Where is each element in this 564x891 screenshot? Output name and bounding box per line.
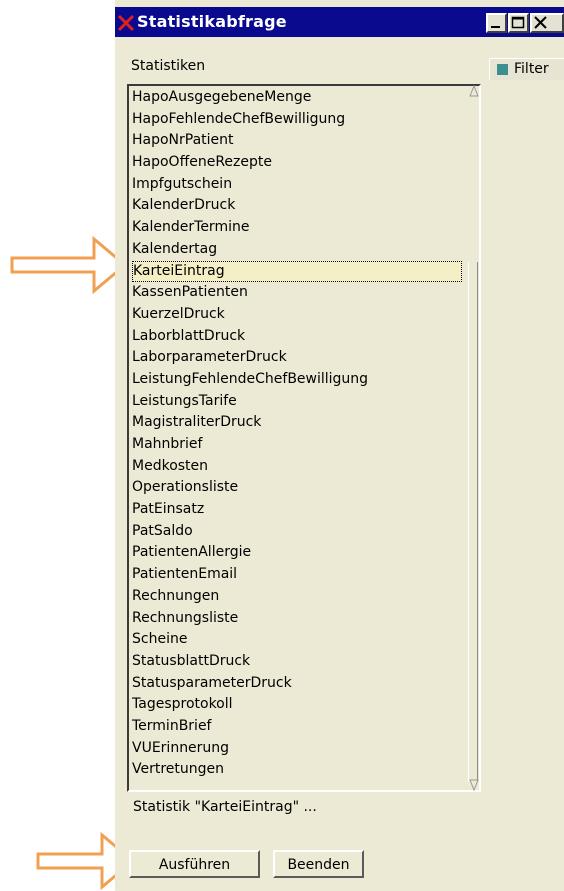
- list-item[interactable]: StatusblattDruck: [132, 651, 477, 673]
- list-item[interactable]: HapoOffeneRezepte: [132, 152, 477, 174]
- minimize-button[interactable]: [486, 13, 507, 33]
- statistiken-label: Statistiken: [131, 58, 206, 74]
- close-button[interactable]: [530, 13, 564, 33]
- quit-button[interactable]: Beenden: [273, 850, 364, 878]
- list-item[interactable]: KalenderDruck: [132, 195, 477, 217]
- list-item[interactable]: HapoFehlendeChefBewilligung: [132, 109, 477, 131]
- maximize-button[interactable]: [508, 13, 529, 33]
- list-item[interactable]: HapoNrPatient: [132, 130, 477, 152]
- scroll-down-arrow-icon[interactable]: [467, 778, 481, 792]
- list-item[interactable]: Impfgutschein: [132, 174, 477, 196]
- list-item[interactable]: LeistungsTarife: [132, 391, 477, 413]
- list-item[interactable]: VUErinnerung: [132, 738, 477, 760]
- list-item[interactable]: LaborparameterDruck: [132, 347, 477, 369]
- minimize-icon: [491, 26, 500, 28]
- list-item[interactable]: PatientenEmail: [132, 564, 477, 586]
- list-item[interactable]: Tagesprotokoll: [132, 694, 477, 716]
- scrollbar-thumb[interactable]: [468, 262, 478, 782]
- status-text: Statistik "KarteiEintrag" ...: [133, 799, 317, 815]
- statistics-list-items: HapoAusgegebeneMenge HapoFehlendeChefBewi…: [132, 87, 477, 781]
- list-item[interactable]: PatSaldo: [132, 521, 477, 543]
- filter-toggle[interactable]: Filter: [489, 58, 564, 80]
- filter-label: Filter: [514, 61, 549, 77]
- list-item[interactable]: KassenPatienten: [132, 282, 477, 304]
- statistik-window: Statistikabfrage Statistiken Filter Hapo…: [115, 0, 564, 891]
- filter-indicator-icon: [497, 64, 508, 75]
- run-button[interactable]: Ausführen: [129, 850, 260, 878]
- list-item[interactable]: TerminBrief: [132, 716, 477, 738]
- list-item[interactable]: HapoAusgegebeneMenge: [132, 87, 477, 109]
- list-item[interactable]: Mahnbrief: [132, 434, 477, 456]
- list-item[interactable]: StatusparameterDruck: [132, 673, 477, 695]
- list-item[interactable]: Rechnungsliste: [132, 608, 477, 630]
- list-item[interactable]: KarteiEintrag: [132, 260, 462, 283]
- scroll-up-arrow-icon[interactable]: [467, 84, 481, 98]
- maximize-icon: [511, 16, 525, 29]
- list-scrollbar[interactable]: [467, 84, 481, 792]
- list-item[interactable]: Vertretungen: [132, 759, 477, 781]
- list-item[interactable]: KuerzelDruck: [132, 304, 477, 326]
- list-item[interactable]: Rechnungen: [132, 586, 477, 608]
- list-item[interactable]: Operationsliste: [132, 477, 477, 499]
- close-icon: [534, 16, 547, 29]
- list-item[interactable]: Kalendertag: [132, 239, 477, 261]
- app-x-icon: [117, 14, 135, 32]
- list-item[interactable]: Scheine: [132, 629, 477, 651]
- list-item[interactable]: KalenderTermine: [132, 217, 477, 239]
- list-item[interactable]: LaborblattDruck: [132, 326, 477, 348]
- list-item[interactable]: Medkosten: [132, 456, 477, 478]
- list-item[interactable]: LeistungFehlendeChefBewilligung: [132, 369, 477, 391]
- annotation-arrow-list: [10, 236, 128, 294]
- list-item[interactable]: PatientenAllergie: [132, 542, 477, 564]
- list-item[interactable]: MagistraliterDruck: [132, 412, 477, 434]
- window-title: Statistikabfrage: [137, 12, 287, 31]
- title-bar[interactable]: Statistikabfrage: [115, 7, 564, 37]
- statistics-list[interactable]: HapoAusgegebeneMenge HapoFehlendeChefBewi…: [127, 84, 481, 792]
- list-item[interactable]: PatEinsatz: [132, 499, 477, 521]
